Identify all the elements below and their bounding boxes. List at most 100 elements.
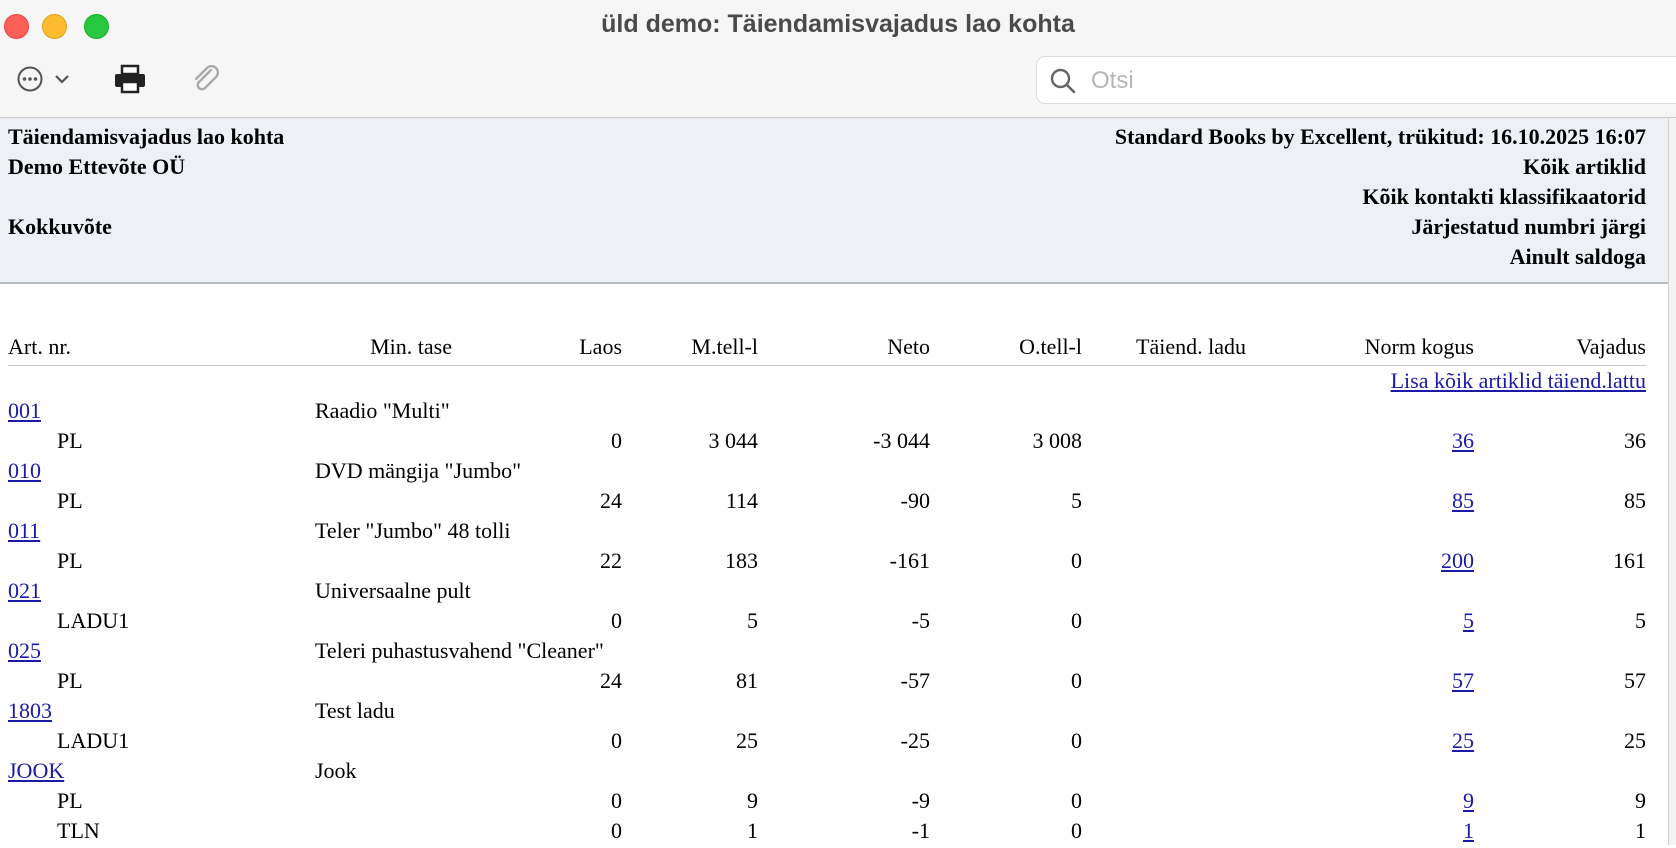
company-name: Demo Ettevõte OÜ <box>8 154 186 179</box>
search-input[interactable] <box>1089 63 1653 99</box>
o-tell-value: 0 <box>1071 668 1082 693</box>
col-vajadus: Vajadus <box>1576 334 1646 359</box>
m-tell-value: 81 <box>736 668 758 693</box>
norm-kogus-link[interactable]: 36 <box>1452 428 1474 454</box>
warehouse-code: PL <box>57 488 83 513</box>
neto-value: -9 <box>911 788 930 813</box>
article-name: Jook <box>315 758 357 783</box>
article-row: 011 Teler "Jumbo" 48 tolli <box>0 518 1668 548</box>
article-code-link[interactable]: 1803 <box>8 698 52 724</box>
article-code-link[interactable]: 010 <box>8 458 41 484</box>
article-name: Teler "Jumbo" 48 tolli <box>315 518 511 543</box>
article-name: DVD mängija "Jumbo" <box>315 458 522 483</box>
col-o-tell: O.tell-l <box>1019 334 1082 359</box>
vajadus-value: 5 <box>1635 608 1646 633</box>
printer-icon <box>115 64 145 94</box>
vajadus-value: 161 <box>1613 548 1646 573</box>
paperclip-icon <box>194 65 219 91</box>
col-laos: Laos <box>579 334 622 359</box>
norm-kogus-link[interactable]: 200 <box>1441 548 1474 574</box>
m-tell-value: 3 044 <box>708 428 759 453</box>
article-code-link[interactable]: JOOK <box>8 758 64 784</box>
stock-row: PL 0 3 044 -3 044 3 008 36 36 <box>0 428 1668 458</box>
article-code-link[interactable]: 025 <box>8 638 41 664</box>
report-header: Täiendamisvajadus lao kohta Demo Ettevõt… <box>0 118 1668 284</box>
m-tell-value: 114 <box>725 488 758 513</box>
filter-contacts: Kõik kontakti klassifikaatorid <box>1362 184 1646 209</box>
article-name: Universaalne pult <box>315 578 471 603</box>
stock-row: LADU1 0 25 -25 0 25 25 <box>0 728 1668 758</box>
norm-kogus-link[interactable]: 5 <box>1463 608 1474 634</box>
neto-value: -5 <box>911 608 930 633</box>
vajadus-value: 1 <box>1635 818 1646 843</box>
laos-value: 24 <box>600 488 622 513</box>
header-divider <box>8 365 1646 366</box>
laos-value: 0 <box>611 608 622 633</box>
col-neto: Neto <box>887 334 930 359</box>
summary-label: Kokkuvõte <box>8 214 112 239</box>
search-field[interactable] <box>1036 56 1676 104</box>
laos-value: 0 <box>611 428 622 453</box>
article-code-link[interactable]: 001 <box>8 398 41 424</box>
printed-info: Standard Books by Excellent, trükitud: 1… <box>1114 124 1646 149</box>
print-button[interactable] <box>113 62 147 96</box>
neto-value: -1 <box>911 818 930 843</box>
article-row: 021 Universaalne pult <box>0 578 1668 608</box>
m-tell-value: 25 <box>736 728 758 753</box>
col-taiend-ladu: Täiend. ladu <box>1136 334 1246 359</box>
laos-value: 0 <box>611 788 622 813</box>
warehouse-code: LADU1 <box>57 608 130 633</box>
article-name: Raadio "Multi" <box>315 398 450 423</box>
neto-value: -90 <box>900 488 930 513</box>
stock-row: TLN 0 1 -1 0 1 1 <box>0 818 1668 848</box>
warehouse-code: LADU1 <box>57 728 130 753</box>
o-tell-value: 0 <box>1071 608 1082 633</box>
article-row: 1803 Test ladu <box>0 698 1668 728</box>
attach-button[interactable] <box>190 62 222 96</box>
scrollbar-track[interactable] <box>1668 118 1676 845</box>
article-row: 025 Teleri puhastusvahend "Cleaner" <box>0 638 1668 668</box>
article-code-link[interactable]: 011 <box>8 518 40 544</box>
ellipsis-circle-icon <box>17 66 43 92</box>
laos-value: 24 <box>600 668 622 693</box>
m-tell-value: 1 <box>747 818 758 843</box>
o-tell-value: 5 <box>1071 488 1082 513</box>
magnifier-icon <box>1050 68 1076 94</box>
m-tell-value: 183 <box>725 548 758 573</box>
norm-kogus-link[interactable]: 9 <box>1463 788 1474 814</box>
stock-row: PL 24 114 -90 5 85 85 <box>0 488 1668 518</box>
warehouse-code: TLN <box>57 818 100 843</box>
o-tell-value: 0 <box>1071 788 1082 813</box>
balance-filter: Ainult saldoga <box>1509 244 1646 269</box>
o-tell-value: 0 <box>1071 728 1082 753</box>
vajadus-value: 9 <box>1635 788 1646 813</box>
vajadus-value: 57 <box>1624 668 1646 693</box>
laos-value: 0 <box>611 818 622 843</box>
norm-kogus-link[interactable]: 25 <box>1452 728 1474 754</box>
o-tell-value: 3 008 <box>1032 428 1083 453</box>
more-actions-button[interactable] <box>16 62 72 96</box>
laos-value: 0 <box>611 728 622 753</box>
sort-order: Järjestatud numbri järgi <box>1411 214 1646 239</box>
col-m-tell: M.tell-l <box>691 334 758 359</box>
stock-row: PL 22 183 -161 0 200 161 <box>0 548 1668 578</box>
norm-kogus-link[interactable]: 85 <box>1452 488 1474 514</box>
window-title: üld demo: Täiendamisvajadus lao kohta <box>601 10 1075 38</box>
filter-articles: Kõik artiklid <box>1523 154 1646 179</box>
article-row: 010 DVD mängija "Jumbo" <box>0 458 1668 488</box>
add-all-articles-link[interactable]: Lisa kõik artiklid täiend.lattu <box>1391 368 1646 394</box>
neto-value: -25 <box>900 728 930 753</box>
article-code-link[interactable]: 021 <box>8 578 41 604</box>
window-titlebar: üld demo: Täiendamisvajadus lao kohta <box>0 0 1676 118</box>
norm-kogus-link[interactable]: 57 <box>1452 668 1474 694</box>
vajadus-value: 85 <box>1624 488 1646 513</box>
m-tell-value: 5 <box>747 608 758 633</box>
norm-kogus-link[interactable]: 1 <box>1463 818 1474 844</box>
col-norm-kogus: Norm kogus <box>1364 334 1474 359</box>
stock-row: PL 24 81 -57 0 57 57 <box>0 668 1668 698</box>
chevron-down-icon <box>55 75 69 84</box>
o-tell-value: 0 <box>1071 548 1082 573</box>
m-tell-value: 9 <box>747 788 758 813</box>
neto-value: -161 <box>889 548 930 573</box>
vajadus-value: 36 <box>1624 428 1646 453</box>
